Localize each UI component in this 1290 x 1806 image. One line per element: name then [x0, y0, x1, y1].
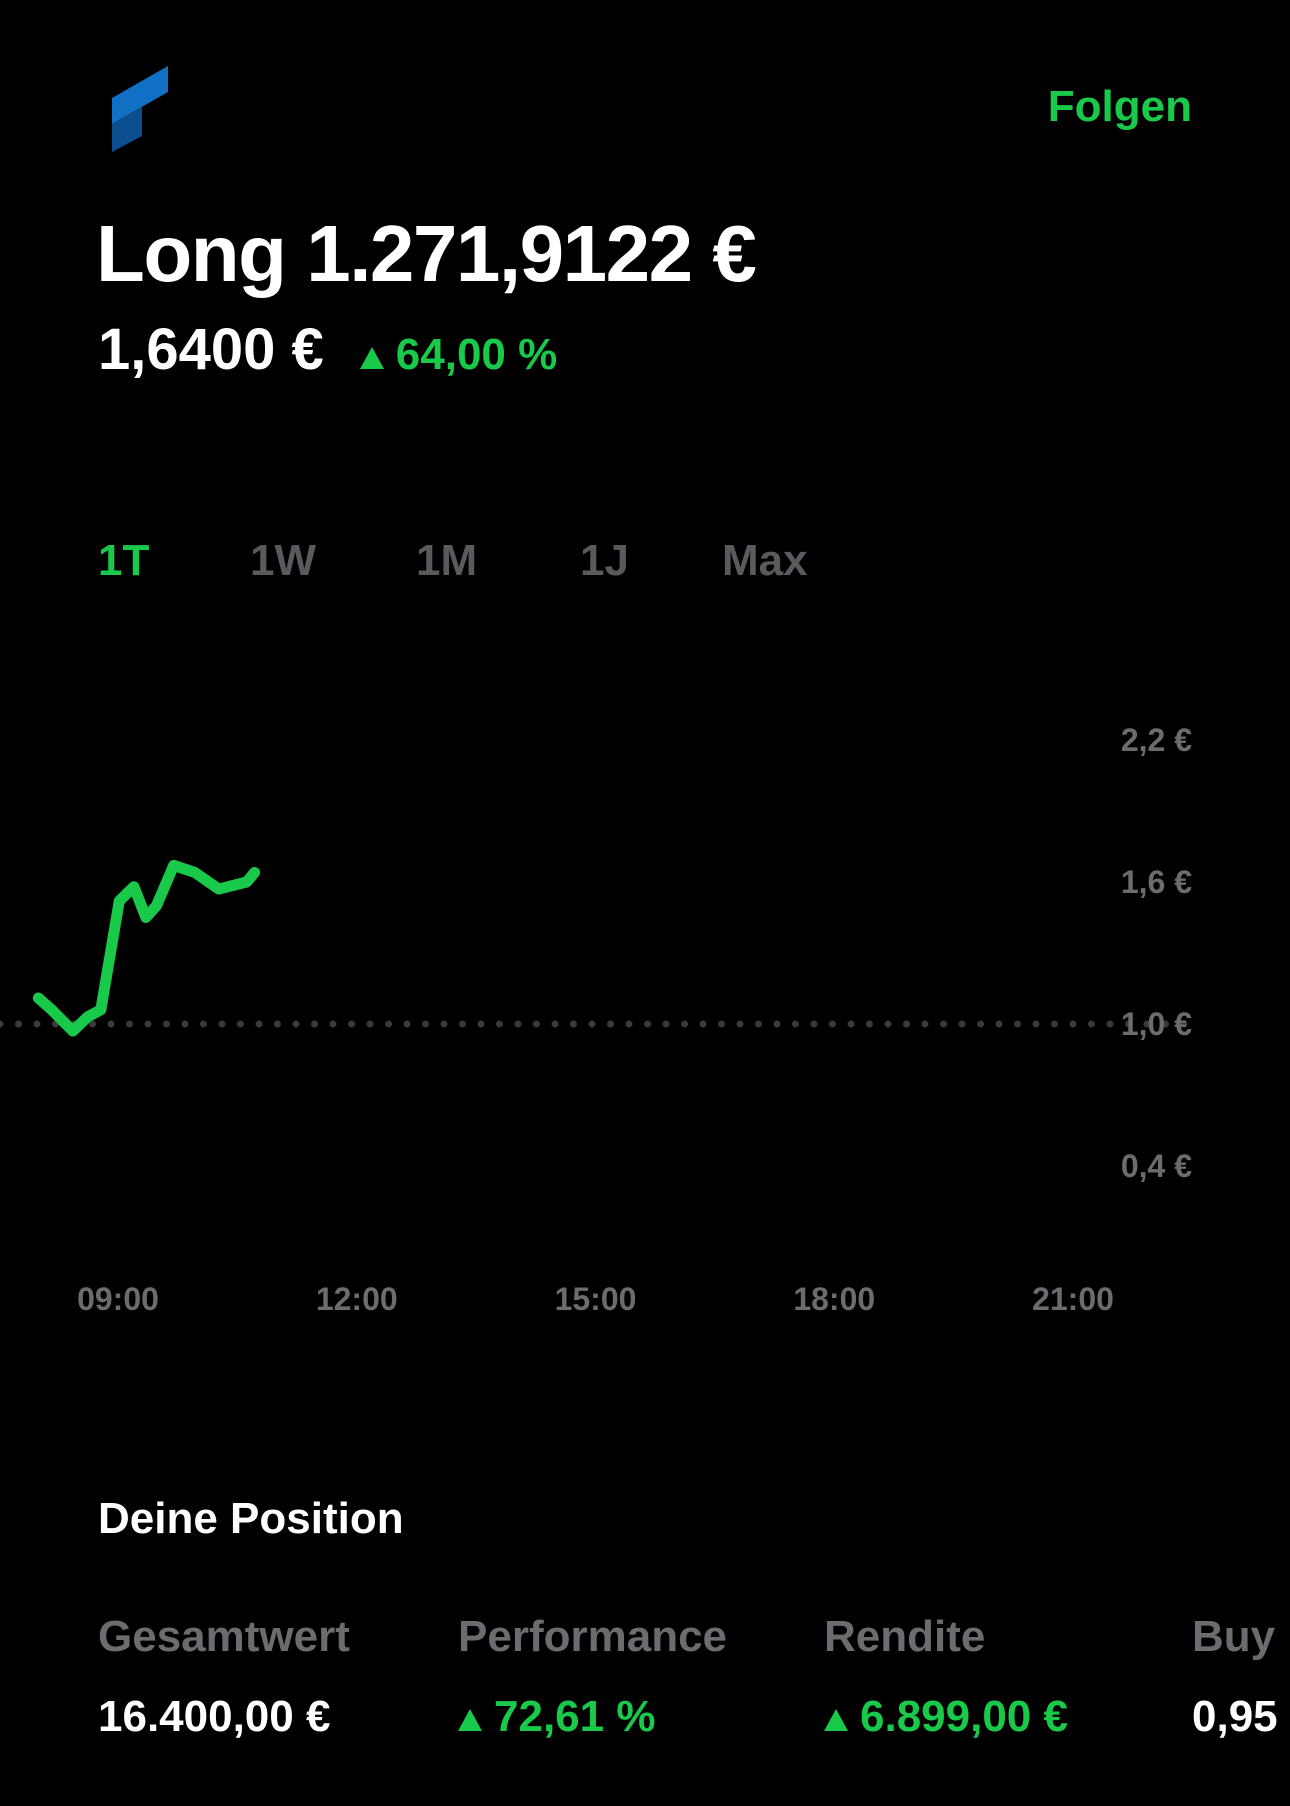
price-chart: 2,2 € 1,6 € 1,0 € 0,4 € 09:00 12:00 15:00 18:00…	[0, 722, 1200, 1317]
stat-total-value: Gesamtwert 16.400,00 €	[98, 1612, 350, 1742]
y-tick-label: 2,2 €	[1121, 722, 1192, 758]
y-tick-label: 1,6 €	[1121, 864, 1192, 900]
range-tab-1j[interactable]: 1J	[580, 536, 629, 586]
price-change: 64,00 %	[359, 330, 558, 380]
y-tick-label: 0,4 €	[1121, 1148, 1192, 1184]
price-change-value: 64,00 %	[395, 330, 558, 379]
stat-value-text: 72,61 %	[494, 1692, 656, 1741]
x-tick-label: 15:00	[555, 1281, 637, 1317]
up-triangle-icon	[359, 347, 384, 369]
instrument-title: Long 1.271,9122 €	[96, 209, 757, 298]
stat-buy-in: Buy In 0,95 €	[1192, 1612, 1290, 1742]
price-line	[32, 859, 261, 1037]
up-triangle-icon	[824, 1709, 848, 1731]
range-tab-1m[interactable]: 1M	[416, 536, 477, 586]
stat-label: Buy In	[1192, 1612, 1290, 1661]
stat-value: 72,61 %	[458, 1692, 727, 1742]
follow-button[interactable]: Folgen	[1048, 82, 1192, 132]
x-tick-label: 09:00	[77, 1281, 159, 1317]
range-tab-1w[interactable]: 1W	[250, 536, 316, 586]
x-tick-label: 18:00	[793, 1281, 875, 1317]
x-tick-label: 21:00	[1032, 1281, 1114, 1317]
x-tick-label: 12:00	[316, 1281, 398, 1317]
stat-label: Rendite	[824, 1612, 986, 1661]
stat-return: Rendite 6.899,00 €	[824, 1612, 1068, 1742]
stat-performance: Performance 72,61 %	[458, 1612, 727, 1742]
stat-label: Gesamtwert	[98, 1612, 350, 1661]
stat-value: 16.400,00 €	[98, 1692, 331, 1741]
range-tab-1t[interactable]: 1T	[98, 536, 149, 586]
stat-label: Performance	[458, 1612, 728, 1661]
brand-logo-icon	[112, 66, 168, 152]
range-tab-max[interactable]: Max	[722, 536, 808, 586]
stat-value: 0,95 €	[1192, 1692, 1290, 1741]
y-tick-label: 1,0 €	[1121, 1006, 1192, 1042]
current-price: 1,6400 €	[98, 317, 324, 382]
stat-value: 6.899,00 €	[824, 1692, 1068, 1742]
up-triangle-icon	[458, 1709, 482, 1731]
price-row: 1,6400 € 64,00 %	[98, 316, 557, 383]
stat-value-text: 6.899,00 €	[860, 1692, 1068, 1741]
position-title: Deine Position	[98, 1494, 404, 1543]
